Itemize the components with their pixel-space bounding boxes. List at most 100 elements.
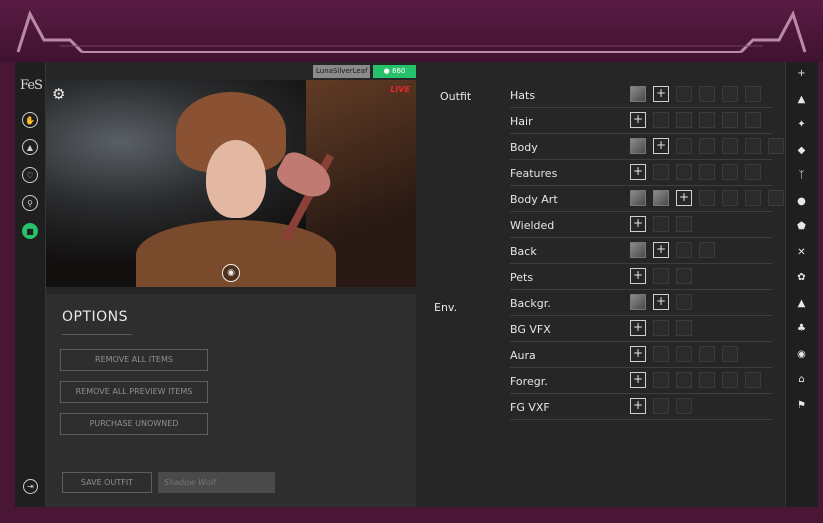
empty-slot[interactable] xyxy=(745,138,761,154)
pets-icon[interactable]: ✿ xyxy=(796,272,807,283)
bg-vfx-icon[interactable]: ♣ xyxy=(796,323,807,334)
empty-slot[interactable] xyxy=(722,372,738,388)
equipped-item-thumbnail[interactable] xyxy=(630,190,646,206)
add-item-button[interactable]: + xyxy=(630,216,646,232)
empty-slot[interactable] xyxy=(768,138,784,154)
empty-slot[interactable] xyxy=(699,112,715,128)
empty-slot[interactable] xyxy=(745,190,761,206)
empty-slot[interactable] xyxy=(676,320,692,336)
empty-slot[interactable] xyxy=(699,138,715,154)
gear-icon[interactable]: ⚙ xyxy=(52,85,65,103)
empty-slot[interactable] xyxy=(722,112,738,128)
bulb-icon[interactable]: ♡ xyxy=(22,167,38,183)
empty-slot[interactable] xyxy=(653,372,669,388)
empty-slot[interactable] xyxy=(653,398,669,414)
empty-slot[interactable] xyxy=(722,138,738,154)
equipped-item-thumbnail[interactable] xyxy=(653,190,669,206)
fg-vfx-icon[interactable]: ⚑ xyxy=(796,400,807,411)
empty-slot[interactable] xyxy=(722,190,738,206)
add-item-button[interactable]: + xyxy=(653,294,669,310)
empty-slot[interactable] xyxy=(699,372,715,388)
empty-slot[interactable] xyxy=(676,216,692,232)
hair-icon[interactable]: ✦ xyxy=(796,119,807,130)
empty-slot[interactable] xyxy=(699,86,715,102)
hat-icon[interactable]: ▲ xyxy=(796,94,807,105)
empty-slot[interactable] xyxy=(676,138,692,154)
slot-row: Hats + xyxy=(510,83,772,108)
features-icon[interactable]: ᛉ xyxy=(796,170,807,181)
empty-slot[interactable] xyxy=(722,164,738,180)
equipped-item-thumbnail[interactable] xyxy=(630,294,646,310)
empty-slot[interactable] xyxy=(676,268,692,284)
add-item-button[interactable]: + xyxy=(676,190,692,206)
empty-slot[interactable] xyxy=(653,112,669,128)
empty-slot[interactable] xyxy=(653,268,669,284)
empty-slot[interactable] xyxy=(676,372,692,388)
slot-label: BG VFX xyxy=(510,323,551,336)
empty-slot[interactable] xyxy=(676,398,692,414)
outfit-icon[interactable]: ■ xyxy=(22,223,38,239)
empty-slot[interactable] xyxy=(745,372,761,388)
empty-slot[interactable] xyxy=(653,164,669,180)
add-item-button[interactable]: + xyxy=(653,242,669,258)
exit-icon[interactable]: ⇥ xyxy=(23,479,38,494)
slot-label: Pets xyxy=(510,271,534,284)
empty-slot[interactable] xyxy=(699,346,715,362)
empty-slot[interactable] xyxy=(699,190,715,206)
empty-slot[interactable] xyxy=(676,164,692,180)
equipped-item-thumbnail[interactable] xyxy=(630,86,646,102)
body-art-icon[interactable]: ● xyxy=(796,196,807,207)
left-rail: FeS ✋ ▲ ♡ ⚲ ■ ⇥ xyxy=(15,62,46,507)
equipped-item-thumbnail[interactable] xyxy=(630,138,646,154)
empty-slot[interactable] xyxy=(699,164,715,180)
empty-slot[interactable] xyxy=(768,190,784,206)
back-icon[interactable]: ✕ xyxy=(796,247,807,258)
empty-slot[interactable] xyxy=(676,294,692,310)
wielded-icon[interactable]: ⬟ xyxy=(796,221,807,232)
camera-icon[interactable]: ◉ xyxy=(222,264,240,282)
image-icon[interactable]: ▲ xyxy=(22,139,38,155)
add-item-button[interactable]: + xyxy=(630,398,646,414)
empty-slot[interactable] xyxy=(676,242,692,258)
add-item-button[interactable]: + xyxy=(653,138,669,154)
empty-slot[interactable] xyxy=(745,86,761,102)
aura-icon[interactable]: ◉ xyxy=(796,349,807,360)
empty-slot[interactable] xyxy=(653,346,669,362)
save-outfit-button[interactable]: SAVE OUTFIT xyxy=(62,472,152,493)
foreground-icon[interactable]: ⌂ xyxy=(796,374,807,385)
add-icon[interactable]: + xyxy=(796,68,807,79)
app-logo: FeS xyxy=(20,78,43,93)
hand-icon[interactable]: ✋ xyxy=(22,112,38,128)
slot-label: Back xyxy=(510,245,537,258)
empty-slot[interactable] xyxy=(745,164,761,180)
add-item-button[interactable]: + xyxy=(630,112,646,128)
add-item-button[interactable]: + xyxy=(630,164,646,180)
add-item-button[interactable]: + xyxy=(630,320,646,336)
empty-slot[interactable] xyxy=(653,320,669,336)
empty-slot[interactable] xyxy=(676,346,692,362)
background-icon[interactable]: ▲ xyxy=(796,298,807,309)
outfit-name-input[interactable] xyxy=(158,472,275,493)
add-item-button[interactable]: + xyxy=(630,346,646,362)
empty-slot[interactable] xyxy=(699,242,715,258)
add-item-button[interactable]: + xyxy=(630,268,646,284)
purchase-unowned-button[interactable]: PURCHASE UNOWNED xyxy=(60,413,208,435)
right-rail: + ▲ ✦ ◆ ᛉ ● ⬟ ✕ ✿ ▲ ♣ ◉ ⌂ ⚑ xyxy=(785,62,818,507)
empty-slot[interactable] xyxy=(722,86,738,102)
empty-slot[interactable] xyxy=(653,216,669,232)
location-icon[interactable]: ⚲ xyxy=(22,195,38,211)
app-window: FeS ✋ ▲ ♡ ⚲ ■ ⇥ ⚙ LIVE ◉ LunaSilverLeaf … xyxy=(15,62,818,507)
empty-slot[interactable] xyxy=(676,86,692,102)
slot-row: Backgr. + xyxy=(510,291,772,316)
equipped-item-thumbnail[interactable] xyxy=(630,242,646,258)
empty-slot[interactable] xyxy=(722,346,738,362)
empty-slot[interactable] xyxy=(676,112,692,128)
add-item-button[interactable]: + xyxy=(653,86,669,102)
slot-label: FG VXF xyxy=(510,401,550,414)
empty-slot[interactable] xyxy=(745,112,761,128)
body-icon[interactable]: ◆ xyxy=(796,145,807,156)
remove-all-items-button[interactable]: REMOVE ALL ITEMS xyxy=(60,349,208,371)
slot-row: Wielded + xyxy=(510,213,772,238)
add-item-button[interactable]: + xyxy=(630,372,646,388)
remove-preview-items-button[interactable]: REMOVE ALL PREVIEW ITEMS xyxy=(60,381,208,403)
